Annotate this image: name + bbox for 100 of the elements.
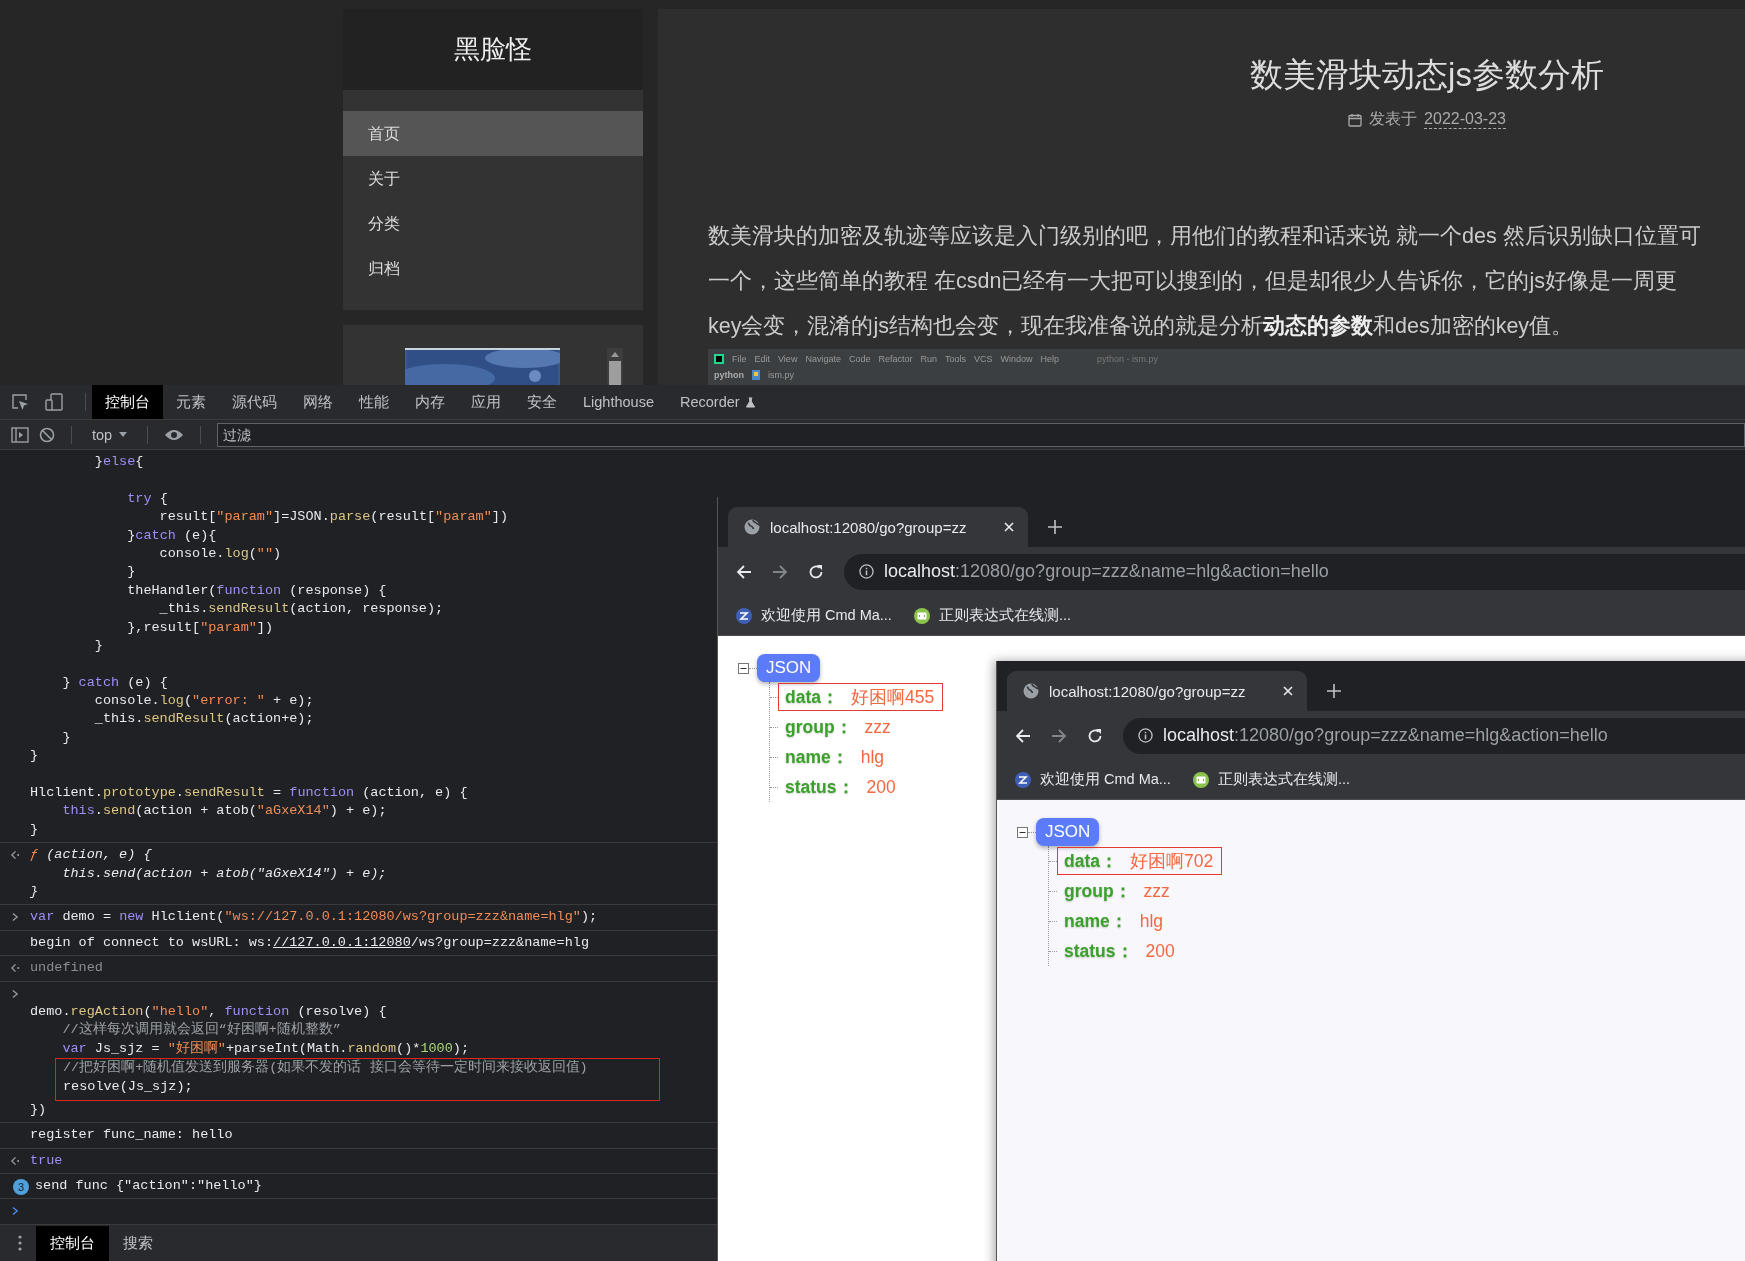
menu-item[interactable]: Window	[1000, 354, 1033, 364]
bookmark[interactable]: 正则表达式在线测...	[913, 606, 1071, 625]
menu-item[interactable]: Code	[848, 354, 871, 364]
sidebar-toggle-icon[interactable]	[11, 426, 29, 443]
code-line: }	[30, 747, 40, 766]
device-toolbar-icon[interactable]	[45, 393, 63, 411]
code-line: ƒ (action, e) {	[30, 846, 153, 865]
site-title: 黑脸怪	[454, 33, 532, 66]
devtools-tab[interactable]: 元素	[163, 385, 219, 419]
post-date[interactable]: 2022-03-23	[1424, 110, 1506, 129]
devtools-tab[interactable]: 性能	[346, 385, 402, 419]
new-tab-icon[interactable]	[1048, 520, 1062, 534]
file-name: ism.py	[768, 370, 794, 380]
highlighted-json-entry: data： 好困啊455	[778, 683, 944, 711]
bookmark-logo-icon	[736, 607, 752, 624]
project-name: python	[714, 370, 744, 380]
paragraph-line: 数美滑块的加密及轨迹等应该是入门级别的吧，用他们的教程和话来说 就一个des 然后识别缺口位置可	[708, 223, 1702, 250]
collapse-icon[interactable]	[1017, 826, 1028, 838]
collapse-icon[interactable]	[738, 662, 749, 674]
json-entry: group： zzz	[1063, 879, 1171, 903]
scroll-up-arrow-icon[interactable]	[611, 352, 619, 357]
context-selector[interactable]: top	[88, 426, 132, 443]
browser-tab[interactable]: localhost:12080/go?group=zz	[728, 507, 1028, 547]
devtools-tab[interactable]: 控制台	[92, 385, 163, 419]
devtools-tab[interactable]: 网络	[290, 385, 346, 419]
nav-item[interactable]: 分类	[343, 201, 643, 246]
devtools-tab[interactable]: 安全	[514, 385, 570, 419]
code-line: } catch (e) {	[61, 673, 169, 692]
menu-item[interactable]: Run	[920, 354, 937, 364]
info-icon	[859, 564, 874, 579]
menu-item[interactable]: Tools	[944, 354, 966, 364]
menu-item[interactable]: View	[778, 354, 798, 364]
globe-icon	[744, 519, 760, 535]
filter-field[interactable]: 过滤	[217, 422, 1745, 447]
devtools-tab[interactable]: 应用	[458, 385, 514, 419]
menu-item[interactable]: File	[732, 354, 747, 364]
devtools-tab[interactable]: Lighthouse	[570, 385, 667, 419]
code-line: try {	[126, 489, 169, 508]
forward-arrow-icon[interactable]	[1051, 727, 1067, 744]
bookmark[interactable]: 欢迎使用 Cmd Ma...	[1015, 770, 1171, 789]
code-line: //把好困啊+随机值发送到服务器(如果不发的话 接口会等待一定时间来接收返回值)	[63, 1059, 589, 1078]
menu-item[interactable]: Navigate	[805, 354, 841, 364]
menu-item[interactable]: VCS	[974, 354, 993, 364]
reload-icon[interactable]	[1087, 727, 1103, 744]
close-icon[interactable]	[1004, 522, 1014, 532]
code-line: }	[30, 820, 40, 839]
back-arrow-icon[interactable]	[736, 563, 752, 580]
eye-icon[interactable]	[164, 428, 185, 441]
menu-item[interactable]: Edit	[754, 354, 771, 364]
code-line: resolve(Js_sjz);	[63, 1077, 194, 1096]
code-line: }	[30, 883, 40, 901]
bookmark-logo-icon	[1192, 771, 1209, 788]
browser-tab[interactable]: localhost:12080/go?group=zz	[1007, 671, 1307, 711]
bookmark[interactable]: 欢迎使用 Cmd Ma...	[736, 606, 892, 625]
nav-item[interactable]: 归档	[343, 246, 643, 291]
nav-item[interactable]: 首页	[343, 111, 643, 156]
address-bar[interactable]: localhost:12080/go?group=zzz&name=hlg&action=hello	[844, 553, 1745, 590]
code-line: Hlclient.prototype.sendResult = function (action, e) {	[30, 784, 469, 803]
drawer-tab[interactable]: 搜索	[109, 1225, 167, 1261]
nav-item[interactable]: 关于	[343, 156, 643, 201]
return-arrow-icon	[10, 850, 20, 861]
code-line: })	[30, 1100, 48, 1119]
link[interactable]: //127.0.0.1:12080	[273, 934, 411, 950]
reload-icon[interactable]	[808, 563, 824, 580]
code-line: send func {"action":"hello"}	[35, 1177, 263, 1196]
more-menu-icon[interactable]	[18, 1235, 22, 1251]
devtools-tab[interactable]: 内存	[402, 385, 458, 419]
highlighted-json-entry: data： 好困啊702	[1057, 847, 1223, 875]
code-line: }	[126, 563, 137, 582]
drawer-tab[interactable]: 控制台	[36, 1225, 109, 1261]
back-arrow-icon[interactable]	[1015, 727, 1031, 744]
article-title: 数美滑块动态js参数分析	[1250, 55, 1604, 95]
code-line: register func_name: hello	[30, 1126, 234, 1145]
forward-arrow-icon[interactable]	[772, 563, 788, 580]
code-line: demo.regAction("hello", function (resolve) {	[30, 1002, 388, 1021]
menu-item[interactable]: Refactor	[878, 354, 913, 364]
menu-item[interactable]: Help	[1040, 354, 1060, 364]
address-bar[interactable]: localhost:12080/go?group=zzz&name=hlg&action=hello	[1123, 717, 1745, 754]
code-line: this.send(action + atob("aGxeX14") + e);	[61, 802, 388, 821]
bookmark-logo-icon	[913, 607, 930, 624]
code-line: }catch (e){	[126, 526, 218, 545]
close-icon[interactable]	[1283, 686, 1293, 696]
paragraph-line: key会变，混淆的js结构也会变，现在我准备说的就是分析动态的参数和des加密的key值。	[708, 313, 1575, 340]
calendar-icon	[1348, 112, 1363, 127]
code-line: }	[93, 636, 104, 655]
paragraph-line: 一个，这些简单的教程 在csdn已经有一大把可以搜到的，但是却很少人告诉你，它的js好像是一周更	[708, 268, 1678, 295]
prompt-icon[interactable]	[11, 1206, 19, 1217]
json-root-label: JSON	[757, 654, 821, 682]
devtools-tab[interactable]: 源代码	[219, 385, 290, 419]
new-tab-icon[interactable]	[1327, 684, 1341, 698]
code-line: console.log("error: " + e);	[93, 692, 315, 711]
clear-console-icon[interactable]	[39, 426, 55, 443]
caret-icon	[119, 432, 128, 437]
bookmark[interactable]: 正则表达式在线测...	[1192, 770, 1350, 789]
inspect-icon[interactable]	[11, 393, 29, 411]
json-entry: name： hlg	[1063, 909, 1165, 933]
file-icon	[752, 370, 760, 380]
devtools-tab[interactable]: Recorder	[666, 385, 769, 419]
code-line: undefined	[30, 959, 104, 978]
scrollbar[interactable]	[607, 348, 623, 385]
